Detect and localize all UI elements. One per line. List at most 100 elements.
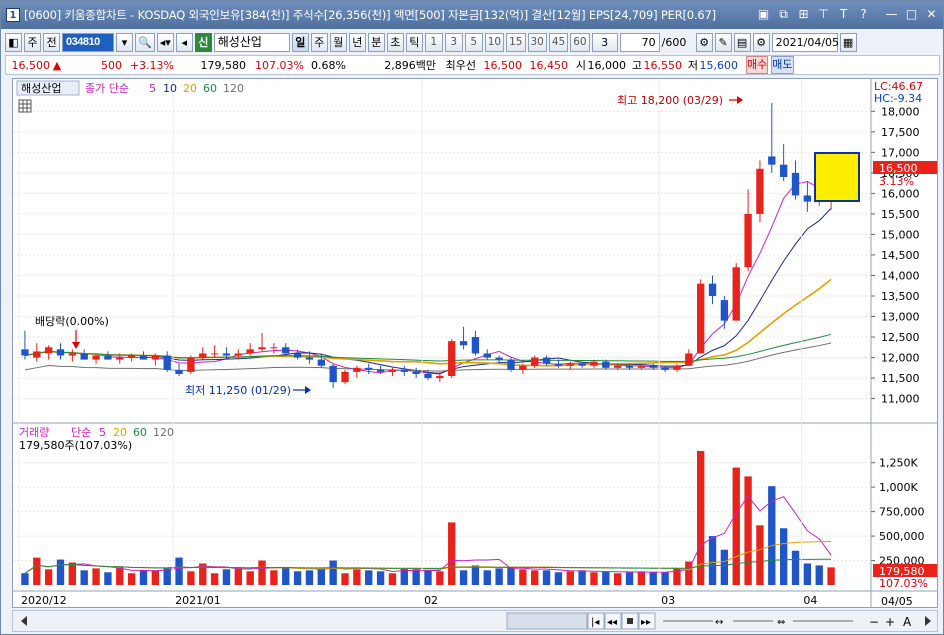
interval-1[interactable]: 1 xyxy=(424,32,443,52)
scroll-bar-row: |◂ ◂◂ ▸▸ ↔ ⇔ − + A xyxy=(12,610,938,632)
font-icon[interactable]: T xyxy=(836,7,851,22)
candle-body xyxy=(554,363,563,366)
candle-body xyxy=(365,367,373,370)
code-dropdown-icon[interactable]: ▾ xyxy=(116,32,133,52)
nav-left-icon[interactable]: ◂ xyxy=(175,32,193,52)
low: 15,600 xyxy=(699,58,739,72)
settings-icon[interactable]: ⚙ xyxy=(695,32,713,52)
current-price-label: 16,500 xyxy=(879,162,918,175)
candle-body xyxy=(803,195,812,202)
amount: 2,896백만 xyxy=(384,59,436,72)
candle-body xyxy=(116,357,124,360)
tab-week[interactable]: 주 xyxy=(310,32,328,52)
save-icon[interactable]: ▤ xyxy=(733,32,751,52)
candle-body xyxy=(459,341,468,346)
interval-10[interactable]: 10 xyxy=(484,32,505,52)
vol-ma20-label: 20 xyxy=(113,426,127,439)
scroll-left-icon[interactable] xyxy=(21,616,27,626)
interval-45[interactable]: 45 xyxy=(548,32,569,52)
tab-minute[interactable]: 분 xyxy=(367,32,385,52)
candle-body xyxy=(400,369,408,372)
pin-icon[interactable]: ⊤ xyxy=(816,7,831,22)
candle-body xyxy=(661,367,669,370)
best-label: 최우선 xyxy=(445,59,476,72)
zoom-handle-icon[interactable]: ↔ xyxy=(715,617,723,628)
buy-button[interactable]: 매수 xyxy=(746,56,769,74)
chart-svg[interactable]: 18,000 17,500 17,000 16,500 16,000 15,500 15,0… xyxy=(13,79,937,608)
volume-bar xyxy=(459,570,468,585)
interval-15[interactable]: 15 xyxy=(506,32,526,52)
change-pct: +3.13% xyxy=(129,58,174,72)
chart-window: 1 [0600] 키움종합차트 - KOSDAQ 외국인보유[384(천)] 주… xyxy=(0,0,944,635)
volume-bar xyxy=(282,567,290,585)
close-button[interactable]: ✕ xyxy=(924,7,939,22)
chart-area[interactable]: 18,000 17,500 17,000 16,500 16,000 15,500 15,0… xyxy=(12,78,938,608)
tab-month[interactable]: 월 xyxy=(329,32,347,52)
window-title: [0600] 키움종합차트 - KOSDAQ 외국인보유[384(천)] 주식수… xyxy=(24,8,716,22)
sound-icon[interactable]: ◂▾ xyxy=(156,32,174,52)
gear-icon[interactable]: ⚙ xyxy=(752,32,770,52)
restore-icon[interactable]: ▣ xyxy=(756,7,771,22)
multi-window-icon[interactable]: ⧉ xyxy=(776,7,791,22)
volume-bar xyxy=(531,570,539,585)
price-tick-label: 12,500 xyxy=(881,331,920,344)
bars-input[interactable]: 70 xyxy=(619,32,660,52)
drawing-tool-icon[interactable]: ✎ xyxy=(714,32,732,52)
volume-bar xyxy=(56,559,65,585)
search-icon[interactable]: 🔍 xyxy=(135,32,155,52)
help-icon[interactable]: ? xyxy=(856,7,871,22)
candle-body xyxy=(720,300,729,321)
scroll-right-icon[interactable] xyxy=(925,616,931,626)
candle-body xyxy=(282,347,290,354)
period-select[interactable]: 주 xyxy=(24,32,41,52)
sell-button[interactable]: 매도 xyxy=(771,56,794,74)
stock-name[interactable]: 해성산업 xyxy=(213,32,290,52)
tab-second[interactable]: 초 xyxy=(386,32,404,52)
stock-code-input[interactable] xyxy=(62,32,114,52)
volume-bar xyxy=(317,569,325,585)
interval-60[interactable]: 60 xyxy=(570,32,590,52)
interval-30[interactable]: 30 xyxy=(527,32,547,52)
candle-body xyxy=(708,283,717,296)
volume-bar xyxy=(127,573,136,585)
high-annotation: 최고 18,200 (03/29) xyxy=(617,94,723,107)
volume-bar xyxy=(424,570,432,585)
date-input[interactable]: 2021/04/05 xyxy=(771,32,839,52)
highlight-box[interactable] xyxy=(814,152,860,202)
volume-bar xyxy=(44,569,53,585)
volume-bar xyxy=(779,528,788,585)
grid-icon[interactable]: ⊞ xyxy=(796,7,811,22)
interval-3[interactable]: 3 xyxy=(444,32,463,52)
candle-body xyxy=(234,353,242,356)
window-number[interactable]: 1 xyxy=(6,8,20,22)
count-select[interactable]: 3 xyxy=(591,32,618,52)
layout-icon[interactable]: ◧ xyxy=(5,32,22,52)
date-label: 03 xyxy=(661,594,675,607)
tab-tick[interactable]: 틱 xyxy=(405,32,423,52)
tab-day[interactable]: 일 xyxy=(291,32,309,52)
font-size-icon[interactable]: A xyxy=(903,615,912,629)
candle-body xyxy=(614,365,622,368)
candle-body xyxy=(199,353,207,358)
volume: 179,580 xyxy=(200,58,247,72)
quote-bar: 16,500 ▲ 500 +3.13% 179,580 107.03% 0.68… xyxy=(5,55,940,75)
zoom-in-icon[interactable]: − xyxy=(869,615,879,629)
candle-body xyxy=(80,353,88,360)
volume-bar xyxy=(151,570,160,585)
table-icon[interactable] xyxy=(18,99,32,113)
volume-bar xyxy=(329,560,337,585)
tab-year[interactable]: 년 xyxy=(348,32,366,52)
scroll-thumb[interactable] xyxy=(506,612,588,630)
calendar-icon[interactable]: ▦ xyxy=(839,32,857,52)
maximize-button[interactable]: □ xyxy=(904,7,919,22)
candle-body xyxy=(175,369,183,374)
interval-5[interactable]: 5 xyxy=(464,32,483,52)
volume-bar xyxy=(365,570,373,585)
toolbar: ◧ 주 전 ▾ 🔍 ◂▾ ◂ 신 해성산업 일 주 월 년 분 초 틱 1 3 … xyxy=(5,31,940,53)
zoom-out-icon[interactable]: + xyxy=(885,615,895,629)
minimize-button[interactable]: — xyxy=(884,7,899,22)
candle-body xyxy=(791,172,800,196)
volume-bar xyxy=(388,573,397,585)
name-tag[interactable]: 해성산업 xyxy=(21,81,61,95)
prev-button[interactable]: 전 xyxy=(43,32,60,52)
